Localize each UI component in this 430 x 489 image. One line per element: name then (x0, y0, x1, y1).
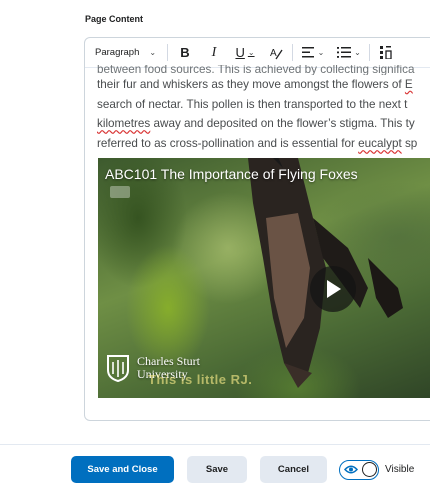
embedded-video[interactable]: ABC101 The Importance of Flying Foxes Ch… (98, 158, 430, 398)
visible-label: Visible (385, 464, 415, 475)
alignment-dropdown[interactable]: ⌄ (295, 38, 331, 67)
text-line: their fur and whiskers as they move amon… (97, 75, 430, 95)
chevron-down-icon: ⌄ (247, 48, 255, 57)
text-format-icon: A (270, 48, 283, 59)
rich-text-editor[interactable]: Paragraph ⌄ B I U ⌄ A ⌄ ⌄ between food s… (84, 37, 430, 421)
toggle-knob (362, 462, 377, 477)
cancel-button[interactable]: Cancel (260, 456, 327, 483)
toolbar-divider (369, 44, 370, 61)
more-options-icon (380, 46, 392, 59)
save-and-close-button[interactable]: Save and Close (71, 456, 174, 483)
text-span: their fur and whiskers as they move amon… (97, 78, 405, 91)
university-shield-icon (107, 355, 129, 382)
footer-divider (0, 444, 430, 445)
misspelled-word: E (404, 78, 413, 91)
play-icon (327, 280, 341, 298)
text-line: search of nectar. This pollen is then tr… (97, 97, 408, 111)
video-caption: This is little RJ. (148, 372, 253, 387)
text-span: away and deposited on the flower’s stigm… (150, 117, 415, 131)
video-watermark (110, 186, 130, 198)
paragraph-style-label: Paragraph (95, 47, 140, 58)
text-line: kilometres away and deposited on the flo… (97, 114, 430, 134)
more-options-button[interactable] (372, 38, 400, 67)
text-line: referred to as cross-pollination and is … (97, 134, 430, 154)
svg-text:A: A (270, 48, 277, 59)
chevron-down-icon: ⌄ (317, 48, 325, 57)
visible-toggle[interactable] (339, 460, 379, 480)
video-title: ABC101 The Importance of Flying Foxes (105, 166, 358, 182)
save-button[interactable]: Save (187, 456, 247, 483)
chevron-down-icon: ⌄ (354, 48, 361, 57)
bold-button[interactable]: B (170, 38, 200, 67)
partial-text-line: between food sources. This is achieved b… (97, 65, 415, 75)
page-content-label: Page Content (85, 14, 144, 24)
chevron-down-icon: ⌄ (149, 48, 157, 57)
list-dropdown[interactable]: ⌄ (331, 38, 367, 67)
misspelled-word: eucalypt (358, 137, 402, 151)
underline-label: U (235, 45, 245, 60)
text-format-button[interactable]: A (262, 38, 290, 67)
editor-content[interactable]: between food sources. This is achieved b… (97, 65, 430, 154)
play-button[interactable] (310, 266, 356, 312)
italic-button[interactable]: I (200, 38, 228, 67)
misspelled-word: kilometres (97, 117, 151, 131)
paragraph-style-dropdown[interactable]: Paragraph ⌄ (85, 38, 165, 67)
underline-button[interactable]: U ⌄ (228, 38, 262, 67)
eye-icon (344, 465, 358, 474)
toolbar-divider (292, 44, 293, 61)
list-icon (337, 47, 352, 58)
text-span: referred to as cross-pollination and is … (97, 137, 359, 151)
align-left-icon (301, 47, 314, 58)
editor-toolbar: Paragraph ⌄ B I U ⌄ A ⌄ ⌄ (85, 38, 430, 68)
toolbar-divider (167, 44, 168, 61)
text-span: sp (401, 137, 418, 151)
